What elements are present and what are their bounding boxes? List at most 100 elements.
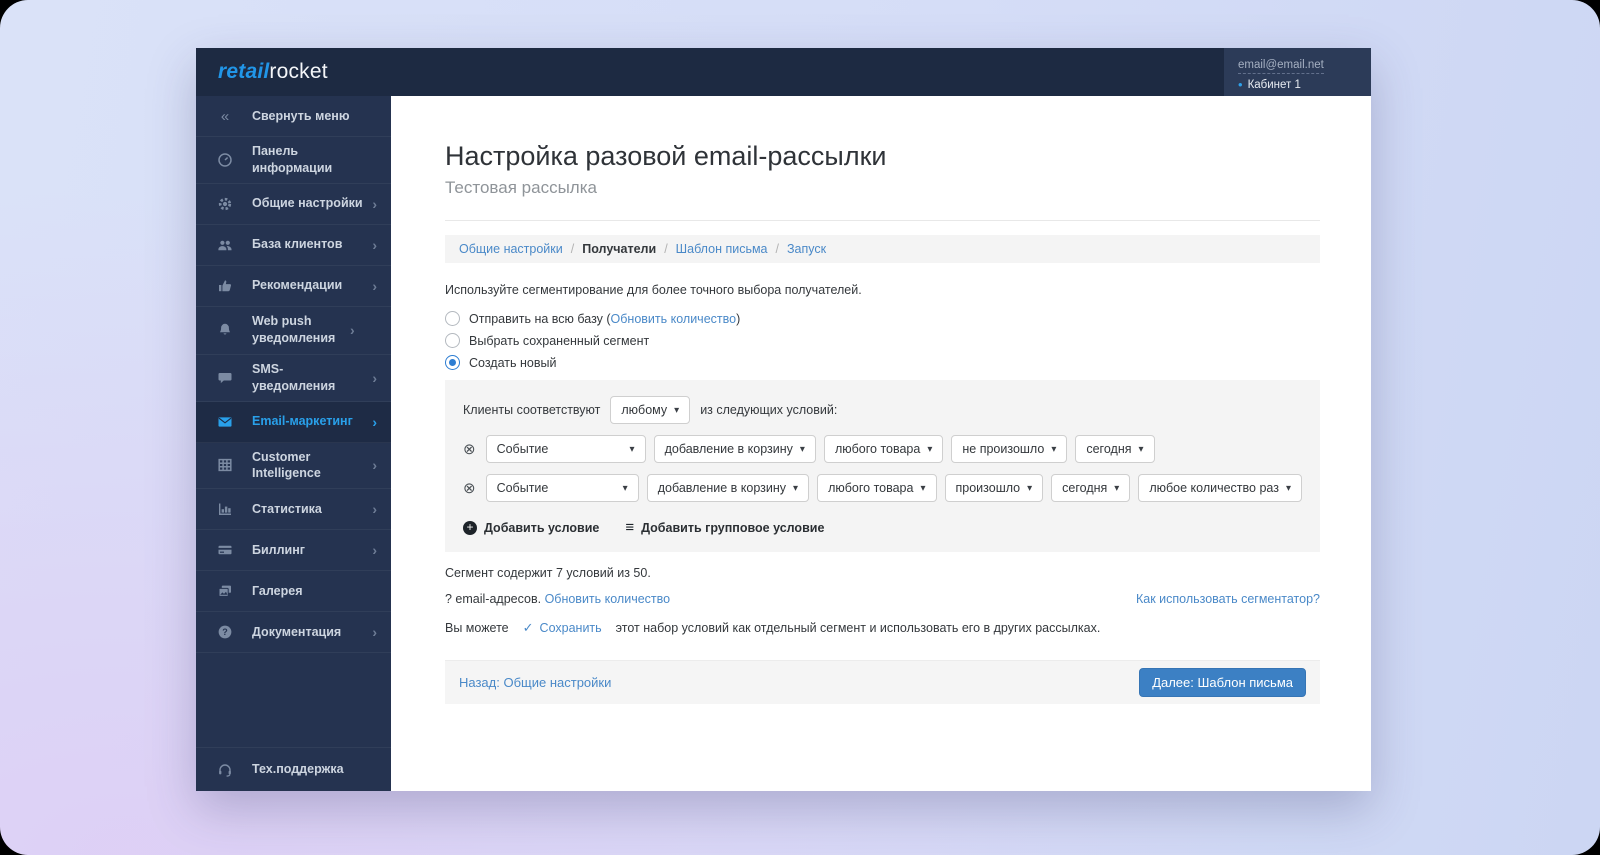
remove-condition-icon[interactable]: ⊗ — [463, 442, 476, 457]
segmentator-help-link[interactable]: Как использовать сегментатор? — [1136, 592, 1320, 606]
gallery-icon — [216, 583, 234, 599]
back-link[interactable]: Назад: Общие настройки — [459, 675, 611, 690]
sidebar-item-gallery[interactable]: Галерея — [196, 571, 391, 612]
sidebar-item-recommendations[interactable]: Рекомендации › — [196, 266, 391, 307]
users-icon — [216, 237, 234, 253]
radio-send-to-all[interactable]: Отправить на всю базу (Обновить количест… — [445, 311, 1320, 326]
sidebar-item-collapse-menu[interactable]: « Свернуть меню — [196, 96, 391, 137]
page-subtitle: Тестовая рассылка — [445, 178, 1320, 198]
bell-icon — [216, 322, 234, 338]
radio-circle-checked[interactable] — [445, 355, 460, 370]
chat-bubble-icon — [216, 370, 234, 386]
chevron-right-icon: › — [350, 322, 355, 338]
chevron-right-icon: › — [372, 370, 377, 386]
caret-down-icon: ▾ — [1027, 483, 1032, 494]
sidebar-item-web-push[interactable]: Web push уведомления › — [196, 307, 391, 355]
chevron-right-icon: › — [372, 542, 377, 558]
cabinet-selector[interactable]: • Кабинет 1 — [1238, 78, 1355, 91]
match-suffix-text: из следующих условий: — [700, 403, 837, 417]
radio-label: Отправить на всю базу (Обновить количест… — [469, 312, 740, 326]
add-condition-button[interactable]: + Добавить условие — [463, 521, 599, 535]
segment-builder-panel: Клиенты соответствуют любому ▾ из следую… — [445, 380, 1320, 552]
sidebar-item-label: Тех.поддержка — [252, 761, 377, 778]
logo-part-rocket: rocket — [269, 60, 327, 83]
cabinet-label: Кабинет 1 — [1248, 79, 1301, 91]
logo-part-retail: retail — [218, 60, 269, 83]
account-widget[interactable]: email@email.net • Кабинет 1 — [1224, 48, 1371, 96]
sidebar-item-billing[interactable]: Биллинг › — [196, 530, 391, 571]
sidebar-item-label: Галерея — [252, 583, 377, 600]
retailrocket-logo: retailrocket — [196, 60, 391, 84]
occurrence-dropdown[interactable]: произошло▾ — [945, 474, 1044, 502]
next-step-button[interactable]: Далее: Шаблон письма — [1139, 668, 1306, 697]
desktop-background: retailrocket email@email.net • Кабинет 1… — [0, 0, 1600, 855]
caret-down-icon: ▾ — [630, 444, 635, 455]
divider — [445, 220, 1320, 221]
refresh-count-link[interactable]: Обновить количество — [545, 592, 671, 606]
condition-type-dropdown[interactable]: Событие▾ — [486, 474, 639, 502]
app-window: retailrocket email@email.net • Кабинет 1… — [196, 48, 1371, 791]
group-lines-icon: ≡ — [625, 519, 634, 536]
radio-saved-segment[interactable]: Выбрать сохраненный сегмент — [445, 333, 1320, 348]
condition-row: ⊗ Событие▾ добавление в корзину▾ любого … — [463, 435, 1302, 463]
caret-down-icon: ▾ — [1051, 444, 1056, 455]
radio-circle[interactable] — [445, 311, 460, 326]
sidebar-item-general-settings[interactable]: Общие настройки › — [196, 184, 391, 225]
wizard-footer: Назад: Общие настройки Далее: Шаблон пис… — [445, 660, 1320, 704]
frequency-dropdown[interactable]: любое количество раз▾ — [1138, 474, 1302, 502]
sidebar-item-documentation[interactable]: ? Документация › — [196, 612, 391, 653]
headset-icon — [216, 762, 234, 778]
condition-type-dropdown[interactable]: Событие▾ — [486, 435, 646, 463]
remove-condition-icon[interactable]: ⊗ — [463, 481, 476, 496]
product-dropdown[interactable]: любого товара▾ — [817, 474, 936, 502]
radio-circle[interactable] — [445, 333, 460, 348]
breadcrumb-general-settings[interactable]: Общие настройки — [459, 242, 563, 256]
sidebar-item-dashboard[interactable]: Панель информации — [196, 137, 391, 184]
segmentation-intro-text: Используйте сегментирование для более то… — [445, 283, 1320, 297]
caret-down-icon: ▾ — [927, 444, 932, 455]
gear-icon — [216, 196, 234, 212]
chevron-right-icon: › — [372, 278, 377, 294]
radio-label: Создать новый — [469, 356, 556, 370]
sidebar-item-label: Customer Intelligence — [252, 449, 366, 483]
plus-circle-icon: + — [463, 521, 477, 535]
radio-create-new[interactable]: Создать новый — [445, 355, 1320, 370]
save-segment-button[interactable]: ✓ Сохранить — [523, 620, 602, 636]
segment-conditions-count: Сегмент содержит 7 условий из 50. — [445, 566, 1320, 580]
sidebar-item-statistics[interactable]: Статистика › — [196, 489, 391, 530]
match-type-dropdown[interactable]: любому ▾ — [610, 396, 690, 424]
caret-down-icon: ▾ — [920, 483, 925, 494]
match-type-value: любому — [621, 403, 667, 417]
chevron-right-icon: › — [372, 237, 377, 253]
add-group-condition-button[interactable]: ≡ Добавить групповое условие — [625, 519, 824, 536]
refresh-count-link[interactable]: Обновить количество — [611, 312, 737, 326]
sidebar-item-tech-support[interactable]: Тех.поддержка — [196, 747, 391, 791]
recipient-options: Отправить на всю базу (Обновить количест… — [445, 311, 1320, 370]
condition-row: ⊗ Событие▾ добавление в корзину▾ любого … — [463, 474, 1302, 502]
question-circle-icon: ? — [216, 624, 234, 640]
breadcrumb-recipients: Получатели — [582, 242, 656, 256]
event-dropdown[interactable]: добавление в корзину▾ — [647, 474, 809, 502]
save-segment-row: Вы можете ✓ Сохранить этот набор условий… — [445, 620, 1320, 636]
sidebar-item-sms[interactable]: SMS-уведомления › — [196, 355, 391, 402]
sidebar-item-client-base[interactable]: База клиентов › — [196, 225, 391, 266]
account-email[interactable]: email@email.net — [1238, 59, 1324, 74]
breadcrumb-launch[interactable]: Запуск — [787, 242, 826, 256]
sidebar-item-label: База клиентов — [252, 236, 366, 253]
event-dropdown[interactable]: добавление в корзину▾ — [654, 435, 816, 463]
credit-card-icon — [216, 542, 234, 558]
envelope-icon — [216, 414, 234, 430]
sidebar-item-label: Рекомендации — [252, 277, 366, 294]
occurrence-dropdown[interactable]: не произошло▾ — [951, 435, 1067, 463]
sidebar-item-label: Статистика — [252, 501, 366, 518]
breadcrumb-separator: / — [664, 242, 667, 256]
builder-actions: + Добавить условие ≡ Добавить групповое … — [463, 519, 1302, 536]
period-dropdown[interactable]: сегодня▾ — [1051, 474, 1130, 502]
thumbs-up-icon — [216, 278, 234, 294]
period-dropdown[interactable]: сегодня▾ — [1075, 435, 1154, 463]
match-prefix-text: Клиенты соответствуют — [463, 403, 600, 417]
product-dropdown[interactable]: любого товара▾ — [824, 435, 943, 463]
breadcrumb-email-template[interactable]: Шаблон письма — [676, 242, 768, 256]
sidebar-item-email-marketing[interactable]: Email-маркетинг › — [196, 402, 391, 443]
sidebar-item-customer-intelligence[interactable]: Customer Intelligence › — [196, 443, 391, 490]
